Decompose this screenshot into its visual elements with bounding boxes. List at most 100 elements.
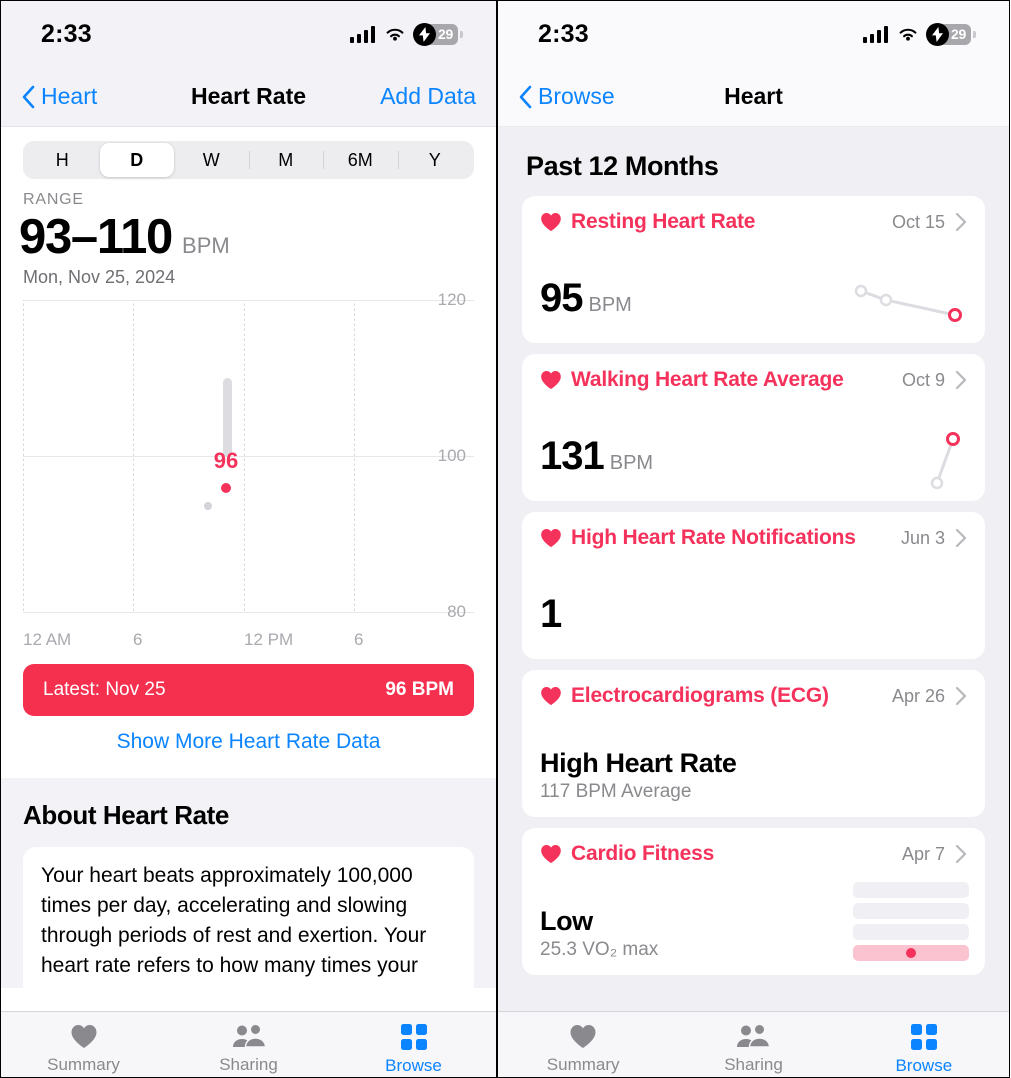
card-header: High Heart Rate Notifications Jun 3 xyxy=(540,526,967,550)
card-walking-heart-rate-average[interactable]: Walking Heart Rate Average Oct 9 131 BPM xyxy=(522,354,985,501)
tab-sharing[interactable]: Sharing xyxy=(166,1024,331,1075)
left-content: H D W M 6M Y RANGE 93–110 BPM Mon, Nov 2… xyxy=(1,127,496,1011)
card-header-right: Jun 3 xyxy=(901,528,967,549)
segment-month[interactable]: M xyxy=(248,143,324,177)
card-value: 131 xyxy=(540,434,605,478)
card-header-right: Apr 26 xyxy=(892,686,967,707)
tab-browse-label: Browse xyxy=(895,1056,953,1075)
back-button[interactable]: Heart xyxy=(21,83,97,110)
tab-sharing-label: Sharing xyxy=(724,1055,783,1074)
card-value-row: 131 BPM xyxy=(540,434,653,479)
segment-year-label: Y xyxy=(428,149,441,170)
right-phone-screen: 2:33 29 Browse Heart Past 12 Months Rest… xyxy=(497,0,1010,1078)
segment-day[interactable]: D xyxy=(99,143,174,177)
battery-percent: 29 xyxy=(438,26,453,42)
gridline-12am xyxy=(23,300,24,612)
heart-rate-chart[interactable]: 96 120 100 80 12 AM 6 12 PM 6 xyxy=(23,290,474,650)
sparkline-chart xyxy=(930,432,960,490)
add-data-button[interactable]: Add Data xyxy=(380,83,476,110)
chart-point-label: 96 xyxy=(213,448,239,473)
card-resting-heart-rate[interactable]: Resting Heart Rate Oct 15 95 BPM xyxy=(522,196,985,343)
card-secondary-text: 117 BPM Average xyxy=(540,781,692,802)
gridline-100 xyxy=(23,456,474,457)
chevron-right-icon xyxy=(955,686,967,706)
show-more-heart-rate-data-link[interactable]: Show More Heart Rate Data xyxy=(1,730,496,754)
card-primary-text: High Heart Rate xyxy=(540,748,737,778)
tab-bar-left[interactable]: Summary Sharing Browse xyxy=(1,1011,496,1077)
meter-indicator-dot xyxy=(906,948,916,958)
about-body-card: Your heart beats approximately 100,000 t… xyxy=(23,847,474,999)
heart-icon xyxy=(540,844,562,864)
chevron-left-icon xyxy=(519,85,532,108)
status-bar-left: 2:33 29 xyxy=(1,1,496,67)
segment-hour-label: H xyxy=(55,149,69,170)
tab-bar-right[interactable]: Summary Sharing Browse xyxy=(498,1011,1009,1077)
card-electrocardiograms-ecg[interactable]: Electrocardiograms (ECG) Apr 26 High Hea… xyxy=(522,670,985,817)
gridline-12pm xyxy=(244,300,245,612)
tab-summary[interactable]: Summary xyxy=(498,1024,668,1075)
segment-week[interactable]: W xyxy=(174,143,249,177)
segment-6-months[interactable]: 6M xyxy=(323,143,398,177)
wifi-icon xyxy=(899,28,917,41)
browse-back-button[interactable]: Browse xyxy=(518,83,615,110)
battery-charging-icon: 29 xyxy=(413,22,463,46)
tab-summary-label: Summary xyxy=(546,1055,620,1074)
chevron-right-icon xyxy=(955,528,967,548)
range-caption: RANGE xyxy=(23,191,84,208)
card-header: Cardio Fitness Apr 7 xyxy=(540,842,967,866)
segment-hour[interactable]: H xyxy=(25,143,100,177)
card-date: Jun 3 xyxy=(900,527,945,548)
xtick-6pm: 6 xyxy=(354,630,364,649)
health-cards-list: Resting Heart Rate Oct 15 95 BPM Walking… xyxy=(498,182,1009,975)
latest-reading-value: 96 BPM xyxy=(385,679,454,700)
card-secondary-text: 25.3 VO₂ max xyxy=(540,939,659,960)
back-button-label: Heart xyxy=(41,83,98,109)
cardio-fitness-meter xyxy=(853,882,969,961)
xtick-12pm: 12 PM xyxy=(244,630,294,649)
card-unit: BPM xyxy=(588,294,632,316)
card-date: Oct 9 xyxy=(901,369,945,390)
wifi-icon xyxy=(386,28,404,41)
gridline-120 xyxy=(23,300,474,301)
heart-icon xyxy=(540,212,562,232)
latest-reading-banner[interactable]: Latest: Nov 25 96 BPM xyxy=(23,664,474,716)
right-content: Past 12 Months Resting Heart Rate Oct 15 xyxy=(498,127,1009,1011)
status-bar-indicators-right: 29 xyxy=(862,22,976,46)
battery-charging-icon: 29 xyxy=(926,22,976,46)
chart-point-secondary xyxy=(204,502,212,510)
tab-browse[interactable]: Browse xyxy=(839,1024,1009,1076)
segment-week-label: W xyxy=(202,149,220,170)
xtick-12am: 12 AM xyxy=(23,630,72,649)
card-cardio-fitness[interactable]: Cardio Fitness Apr 7 Low 25.3 VO₂ max xyxy=(522,828,985,975)
segment-year[interactable]: Y xyxy=(397,143,473,177)
meter-bar-high xyxy=(853,882,969,898)
card-high-heart-rate-notifications[interactable]: High Heart Rate Notifications Jun 3 1 xyxy=(522,512,985,659)
tab-browse-label: Browse xyxy=(385,1056,442,1075)
chart-point-selected xyxy=(221,483,231,493)
latest-reading-label: Latest: Nov 25 xyxy=(43,679,166,700)
card-title: Electrocardiograms (ECG) xyxy=(571,684,829,707)
grid-icon xyxy=(910,1024,937,1050)
range-date: Mon, Nov 25, 2024 xyxy=(23,267,176,287)
card-date: Oct 15 xyxy=(891,211,945,232)
ytick-120: 120 xyxy=(437,290,466,309)
right-nav-bar: Browse Heart xyxy=(498,67,1009,127)
heart-icon xyxy=(540,528,562,548)
tab-summary[interactable]: Summary xyxy=(1,1024,166,1075)
card-date: Apr 7 xyxy=(901,843,945,864)
chevron-right-icon xyxy=(955,212,967,232)
range-value: 93–110 xyxy=(19,210,173,264)
heart-icon xyxy=(540,686,562,706)
about-heading: About Heart Rate xyxy=(23,800,229,830)
chevron-right-icon xyxy=(955,370,967,390)
tab-browse[interactable]: Browse xyxy=(331,1024,496,1076)
chevron-right-icon xyxy=(955,844,967,864)
chevron-left-icon xyxy=(22,85,35,108)
time-range-segmented-control[interactable]: H D W M 6M Y xyxy=(23,141,474,179)
card-value: 95 xyxy=(540,276,583,320)
card-value-row: 95 BPM xyxy=(540,276,632,321)
status-bar-time-right: 2:33 xyxy=(538,19,589,48)
tab-sharing-label: Sharing xyxy=(219,1055,278,1074)
range-unit: BPM xyxy=(182,233,230,258)
tab-sharing[interactable]: Sharing xyxy=(668,1024,838,1075)
